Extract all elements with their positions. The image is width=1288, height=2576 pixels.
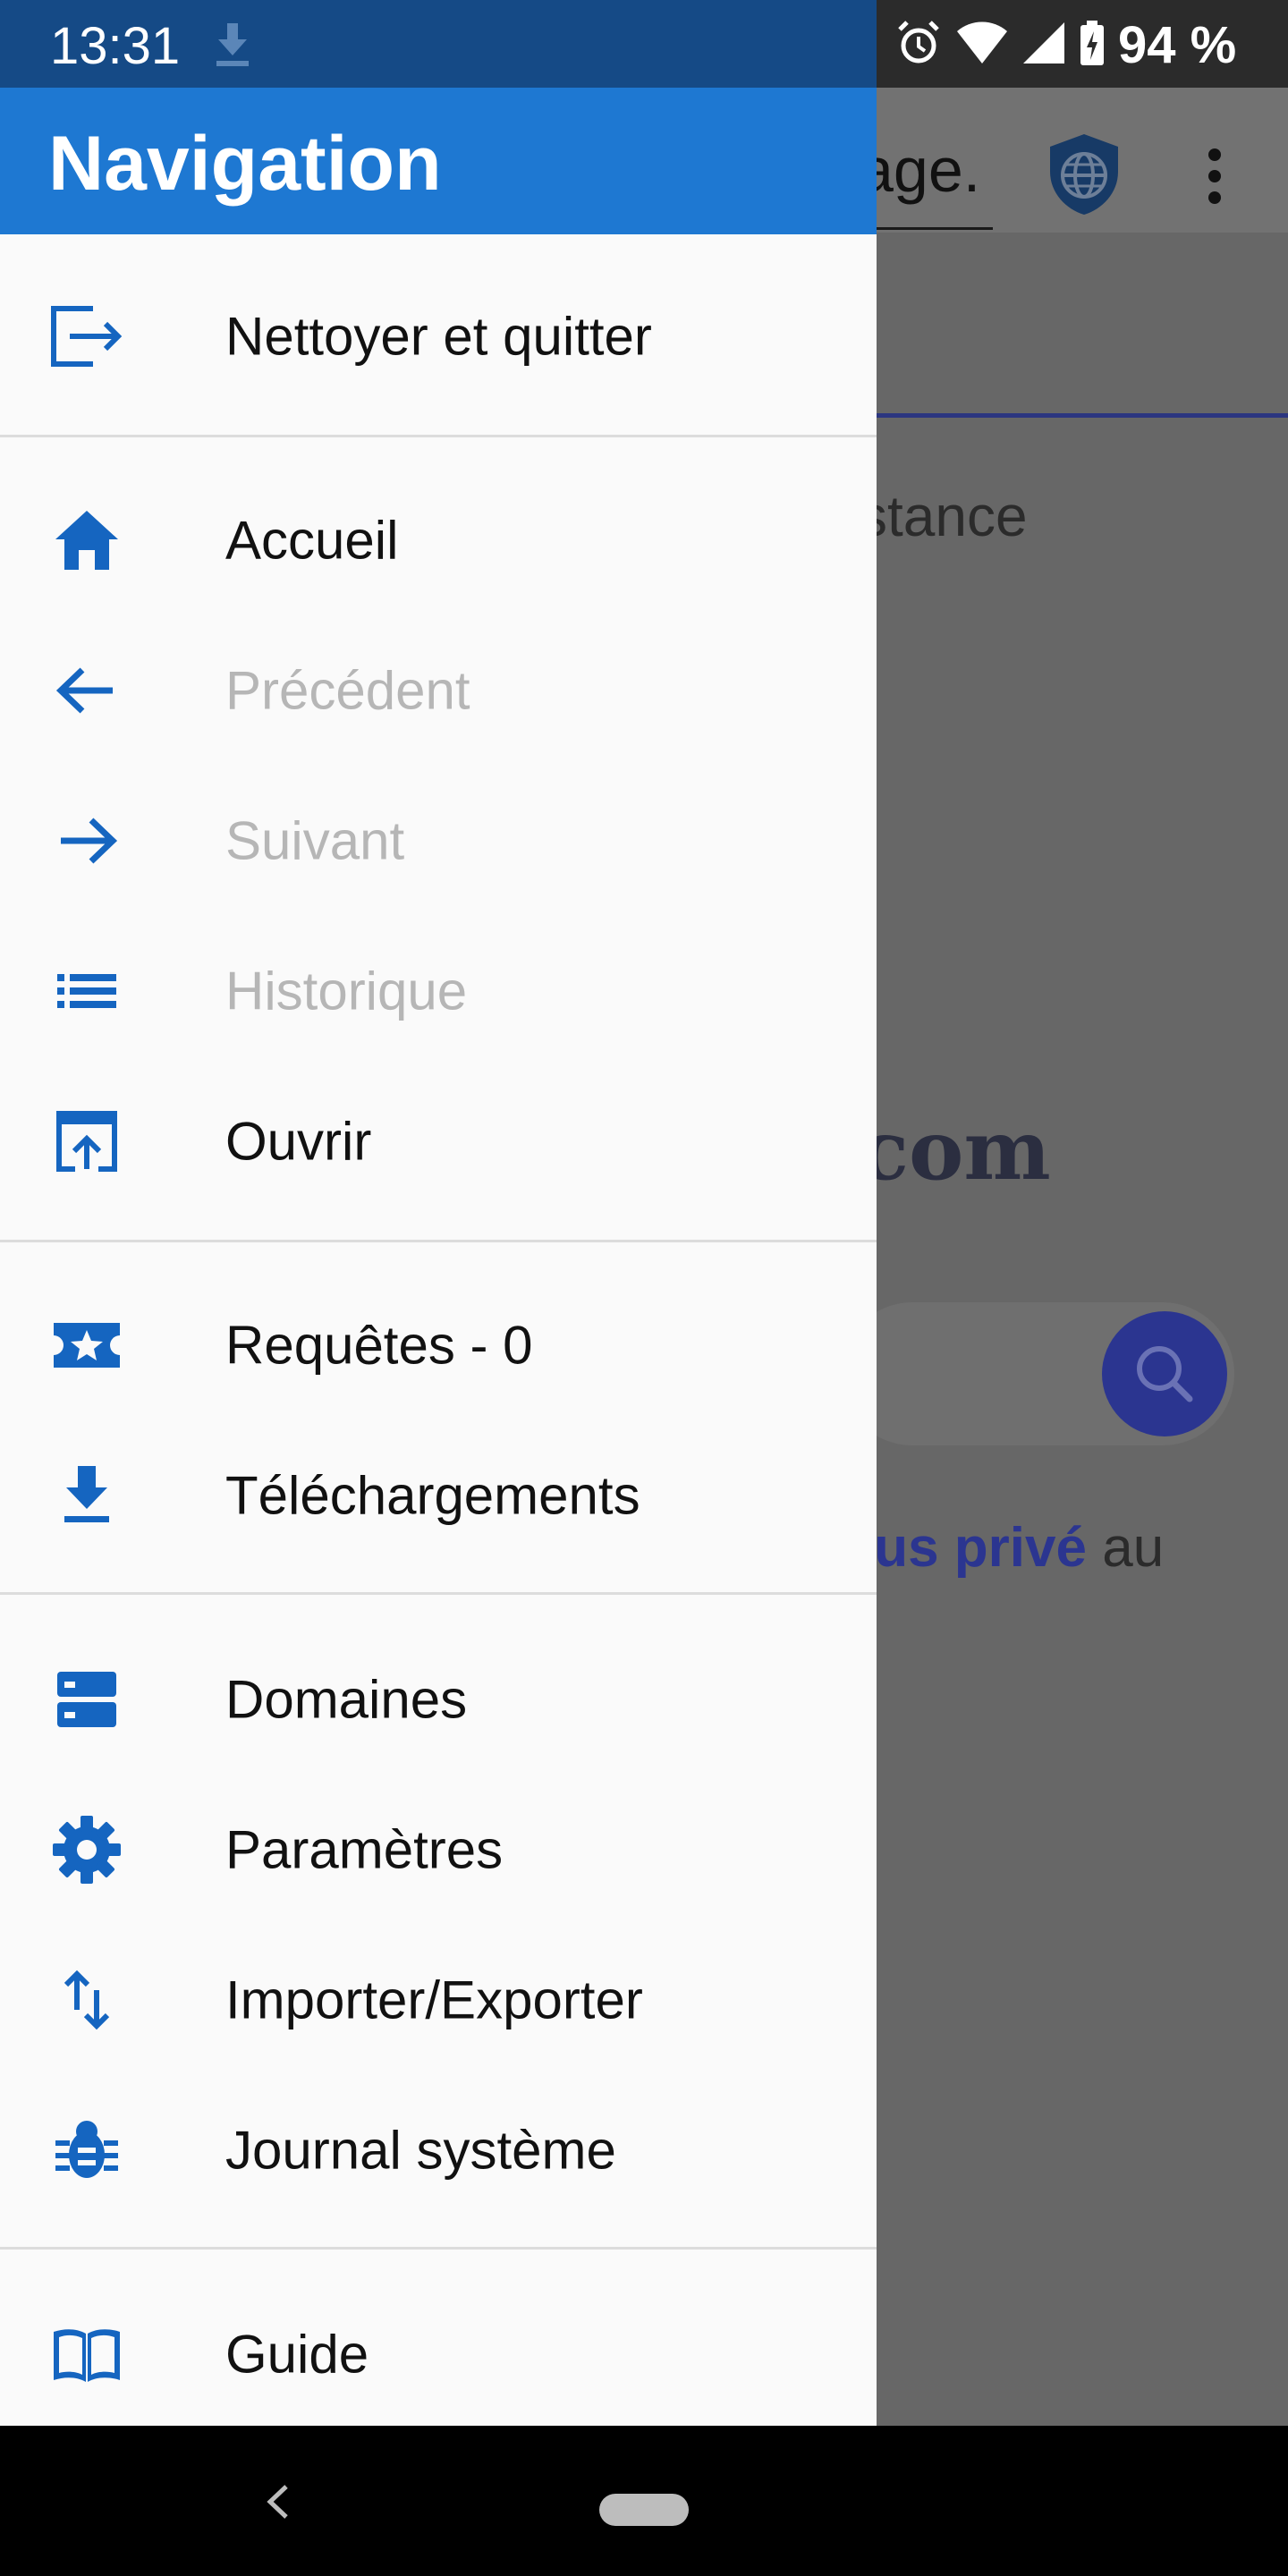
home-icon <box>48 502 125 579</box>
menu-label: Historique <box>225 961 468 1021</box>
menu-item-open[interactable]: Ouvrir <box>0 1066 877 1216</box>
navigation-drawer: Navigation Nettoyer et quitter Accueil P… <box>0 0 877 2426</box>
download-notification-icon <box>211 20 254 70</box>
page-progress-line <box>877 413 1288 418</box>
page-tagline-rest: au <box>1087 1517 1165 1579</box>
menu-item-system-log[interactable]: Journal système <box>0 2075 877 2225</box>
menu-item-requests[interactable]: Requêtes - 0 <box>0 1270 877 1420</box>
menu-item-history[interactable]: Historique <box>0 916 877 1066</box>
settings-gear-icon <box>48 1811 125 1888</box>
menu-item-import-export[interactable]: Importer/Exporter <box>0 1925 877 2075</box>
menu-label: Précédent <box>225 660 470 721</box>
menu-item-back[interactable]: Précédent <box>0 615 877 766</box>
open-in-browser-icon <box>48 1103 125 1180</box>
page-tagline: lus privé au <box>859 1516 1164 1580</box>
alarm-icon <box>894 19 943 72</box>
privacy-shield-icon <box>1046 132 1122 216</box>
arrow-forward-icon <box>48 802 125 879</box>
history-list-icon <box>48 953 125 1030</box>
menu-label: Guide <box>225 2324 369 2385</box>
more-options-icon <box>1206 148 1224 204</box>
drawer-header: Navigation <box>0 88 877 234</box>
nav-home-pill[interactable] <box>599 2494 689 2526</box>
exit-icon <box>48 298 125 375</box>
menu-label: Téléchargements <box>225 1465 640 1526</box>
domains-icon <box>48 1661 125 1738</box>
wifi-icon <box>955 19 1009 72</box>
menu-item-clear-and-exit[interactable]: Nettoyer et quitter <box>0 261 877 411</box>
status-bar: 13:31 94 % <box>0 0 1288 88</box>
menu-label: Journal système <box>225 2120 616 2181</box>
signal-icon <box>1021 19 1066 72</box>
status-icons: 94 % <box>894 15 1237 74</box>
menu-label: Accueil <box>225 510 399 571</box>
url-bar-underline <box>859 227 993 230</box>
menu-label: Nettoyer et quitter <box>225 306 652 367</box>
menu-label: Domaines <box>225 1669 468 1730</box>
import-export-icon <box>48 1962 125 2038</box>
download-icon <box>48 1457 125 1534</box>
book-icon <box>48 2316 125 2393</box>
drawer-title: Navigation <box>48 121 442 207</box>
battery-level: 94 % <box>1118 15 1237 74</box>
requests-star-icon <box>48 1307 125 1384</box>
page-tagline-bold: lus privé <box>859 1517 1087 1579</box>
menu-item-guide[interactable]: Guide <box>0 2279 877 2429</box>
menu-label: Paramètres <box>225 1819 504 1880</box>
page-text-line: stance <box>859 484 1028 548</box>
menu-item-forward[interactable]: Suivant <box>0 766 877 916</box>
bug-icon <box>48 2112 125 2189</box>
menu-item-domains[interactable]: Domaines <box>0 1624 877 1775</box>
nav-back-icon[interactable] <box>259 2479 295 2524</box>
menu-label: Requêtes - 0 <box>225 1315 533 1376</box>
menu-label: Importer/Exporter <box>225 1970 643 2030</box>
search-icon <box>1102 1311 1227 1436</box>
menu-label: Suivant <box>225 810 405 871</box>
menu-divider <box>0 435 877 437</box>
url-bar-text: age. <box>859 135 981 205</box>
menu-item-downloads[interactable]: Téléchargements <box>0 1420 877 1571</box>
menu-divider <box>0 1240 877 1242</box>
system-navigation-bar <box>0 2426 1288 2576</box>
status-time: 13:31 <box>50 17 181 75</box>
arrow-back-icon <box>48 652 125 729</box>
menu-item-settings[interactable]: Paramètres <box>0 1775 877 1925</box>
battery-icon <box>1079 19 1106 72</box>
menu-label: Ouvrir <box>225 1111 372 1172</box>
menu-divider <box>0 2247 877 2250</box>
page-logo-text: com <box>859 1102 1051 1199</box>
menu-item-home[interactable]: Accueil <box>0 465 877 615</box>
menu-divider <box>0 1592 877 1595</box>
